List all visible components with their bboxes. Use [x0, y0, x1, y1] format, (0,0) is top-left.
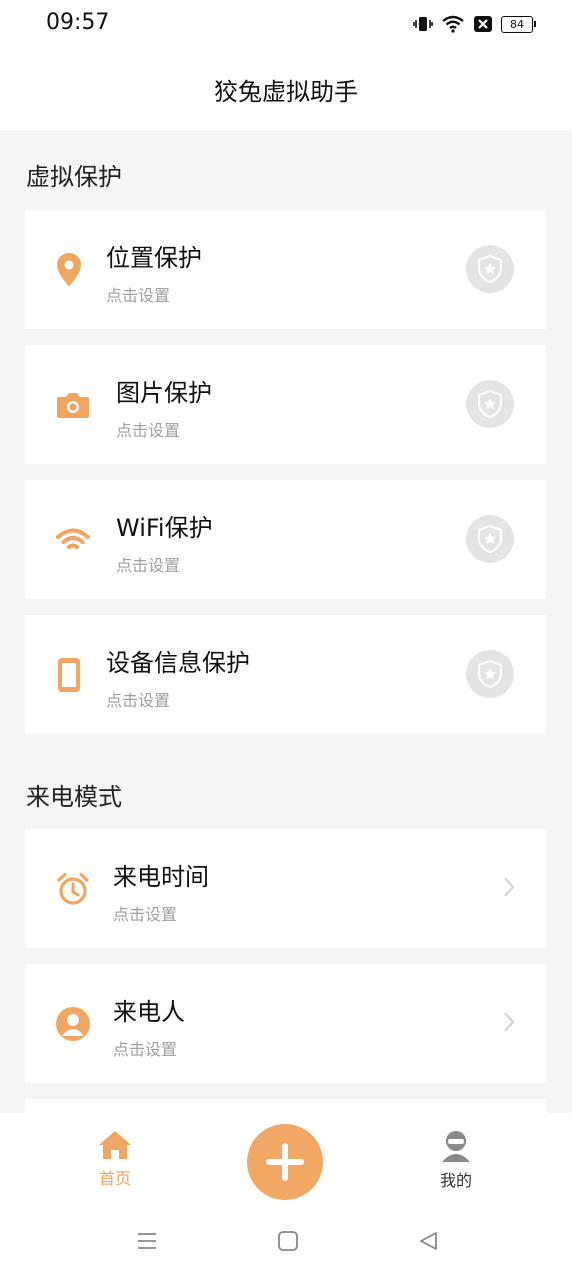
no-sim-icon — [474, 16, 492, 32]
status-time: 09:57 — [46, 10, 110, 35]
add-button[interactable] — [247, 1124, 323, 1200]
card-sub: 点击设置 — [106, 286, 171, 305]
back-triangle-icon[interactable] — [417, 1230, 439, 1252]
shield-toggle-button[interactable] — [466, 245, 514, 293]
card-sub: 点击设置 — [113, 1040, 178, 1059]
shield-toggle-button[interactable] — [466, 650, 514, 698]
status-bar: 09:57 84 — [0, 0, 572, 52]
card-sub: 点击设置 — [113, 905, 178, 924]
card-device-protect[interactable]: 设备信息保护 点击设置 — [25, 615, 546, 734]
card-call-time[interactable]: 来电时间 点击设置 — [25, 829, 546, 948]
location-pin-icon — [49, 250, 89, 290]
shield-star-icon — [477, 389, 503, 419]
card-wifi-protect[interactable]: WiFi保护 点击设置 — [25, 480, 546, 599]
section-title-call: 来电模式 — [26, 783, 122, 811]
camera-icon — [53, 385, 93, 425]
user-avatar-icon — [442, 1131, 470, 1162]
shield-toggle-button[interactable] — [466, 515, 514, 563]
phone-device-icon — [49, 655, 89, 695]
title-bar: 狡兔虚拟助手 — [0, 52, 572, 130]
wifi-status-icon — [442, 15, 464, 33]
card-label: 来电人 — [113, 998, 185, 1026]
nav-home-label: 首页 — [98, 1169, 131, 1188]
menu-icon[interactable] — [136, 1230, 158, 1252]
vibrate-icon — [413, 17, 433, 31]
home-icon — [99, 1131, 131, 1159]
card-label: 来电时间 — [113, 863, 209, 891]
wifi-icon — [53, 520, 93, 560]
shield-toggle-button[interactable] — [466, 380, 514, 428]
card-sub: 点击设置 — [106, 691, 171, 710]
card-image-protect[interactable]: 图片保护 点击设置 — [25, 345, 546, 464]
section-title-protect: 虚拟保护 — [26, 163, 122, 191]
plus-icon — [266, 1143, 304, 1181]
nav-home[interactable]: 首页 — [75, 1129, 155, 1189]
card-caller[interactable]: 来电人 点击设置 — [25, 964, 546, 1083]
shield-star-icon — [477, 524, 503, 554]
alarm-clock-icon — [53, 869, 93, 909]
card-location-protect[interactable]: 位置保护 点击设置 — [25, 210, 546, 329]
shield-star-icon — [477, 659, 503, 689]
nav-mine[interactable]: 我的 — [416, 1129, 496, 1191]
home-square-icon[interactable] — [277, 1230, 299, 1252]
battery-icon: 84 — [501, 15, 536, 33]
card-sub: 点击设置 — [116, 556, 181, 575]
chevron-right-icon — [504, 877, 515, 897]
chevron-right-icon — [504, 1012, 515, 1032]
bottom-nav-bar: 首页 我的 — [0, 1113, 572, 1280]
card-label: 设备信息保护 — [106, 649, 250, 677]
shield-star-icon — [477, 254, 503, 284]
battery-level: 84 — [501, 15, 533, 33]
nav-mine-label: 我的 — [439, 1171, 472, 1190]
card-label: 图片保护 — [116, 379, 212, 407]
status-icons: 84 — [413, 14, 536, 34]
person-icon — [53, 1004, 93, 1044]
card-label: WiFi保护 — [116, 514, 213, 542]
card-partial — [25, 1099, 546, 1113]
card-sub: 点击设置 — [116, 421, 181, 440]
card-label: 位置保护 — [106, 244, 202, 272]
page-title: 狡兔虚拟助手 — [214, 78, 358, 106]
